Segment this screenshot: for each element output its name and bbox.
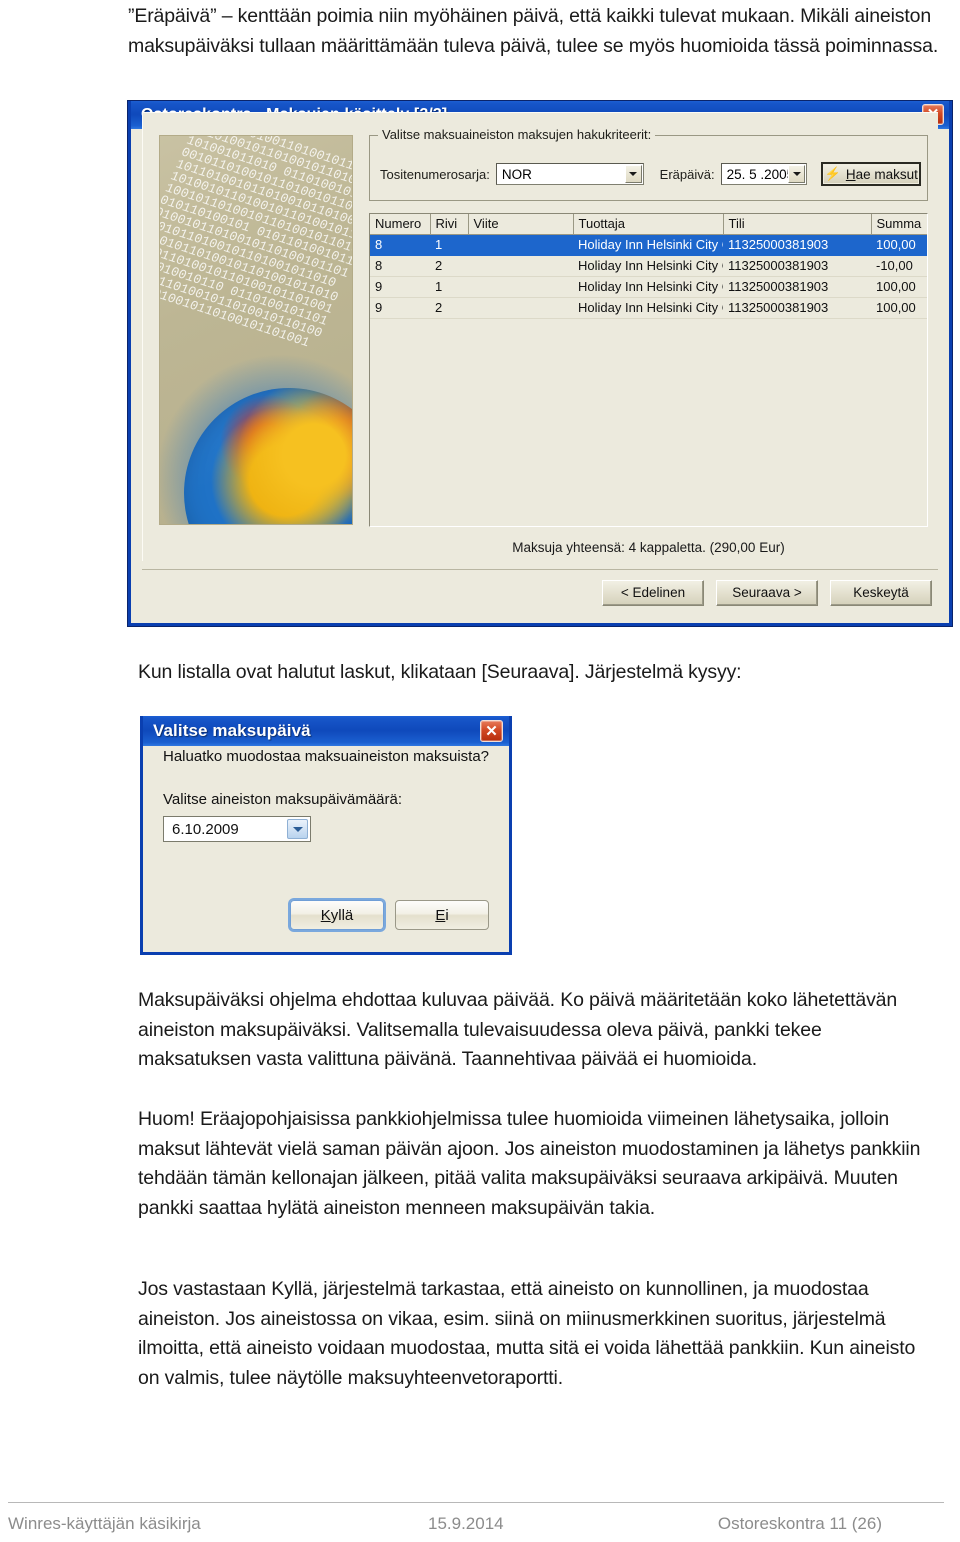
payment-numero: 9 [370, 297, 430, 319]
payment-numero: 8 [370, 255, 430, 277]
payment-numero: 9 [370, 276, 430, 298]
payment-rivi: 1 [430, 276, 468, 298]
chevron-down-icon[interactable] [287, 819, 308, 839]
window2-body: Haluatko muodostaa maksuaineiston maksui… [143, 716, 509, 952]
chevron-down-icon[interactable] [788, 165, 806, 183]
paragraph-intro: ”Eräpäivä” – kenttään poimia niin myöhäi… [128, 5, 939, 57]
window1-content-panel: 1001011010011010010110100101101001011010… [142, 112, 938, 561]
confirm-question-text: Haluatko muodostaa maksuaineiston maksui… [163, 748, 490, 765]
payment-tuottaja: Holiday Inn Helsinki City C [573, 276, 723, 298]
totals-status-text: Maksuja yhteensä: 4 kappaletta. (290,00 … [512, 540, 785, 555]
binary-globe-banner-image: 1001011010011010010110100101101001011010… [159, 135, 353, 525]
table-header-row: Numero Rivi Viite Tuottaja Tili Summa [370, 214, 927, 235]
dialog-valitse-maksupaiva: Valitse maksupäivä ✕ Haluatko muodostaa … [140, 716, 512, 955]
table-row[interactable]: 8 1 Holiday Inn Helsinki City C 11325000381… [370, 234, 927, 256]
footer-document-title: Winres-käyttäjän käsikirja [8, 1514, 201, 1533]
cancel-button[interactable]: Keskeytä [830, 579, 932, 606]
payments-list[interactable]: Numero Rivi Viite Tuottaja Tili Summa 81… [369, 213, 928, 527]
footer-divider [8, 1502, 944, 1503]
payment-viite [468, 234, 573, 256]
column-header-summa[interactable]: Summa [871, 214, 927, 235]
tositenumerosarja-value: NOR [501, 166, 532, 182]
payment-tili: 11325000381903 [723, 297, 871, 319]
groupbox-legend: Valitse maksuaineiston maksujen hakukrit… [378, 127, 656, 142]
tositenumerosarja-combobox[interactable]: NOR [495, 163, 644, 185]
paragraph-body-1: Maksupäiväksi ohjelma ehdottaa kuluvaa p… [138, 989, 898, 1070]
next-button[interactable]: Seuraava > [716, 579, 818, 606]
table-row[interactable]: 8 2 Holiday Inn Helsinki City C 11325000381… [370, 255, 927, 277]
paragraph-body-2: Huom! Eräajopohjaisissa pankkiohjelmissa… [138, 1108, 921, 1219]
previous-button[interactable]: < Edelinen [602, 579, 704, 606]
table-row[interactable]: 9 2 Holiday Inn Helsinki City C 11325000381… [370, 297, 927, 319]
label-tositenumerosarja: Tositenumerosarja: [380, 166, 490, 182]
column-header-rivi[interactable]: Rivi [430, 214, 469, 235]
paragraph-after-window1: Kun listalla ovat halutut laskut, klikat… [138, 661, 742, 683]
window1-body: 1001011010011010010110100101101001011010… [131, 101, 949, 623]
payment-viite [468, 297, 573, 319]
maksupaiva-date-value: 6.10.2009 [172, 820, 239, 838]
payment-summa: 100,00 [871, 297, 927, 319]
payments-table: Numero Rivi Viite Tuottaja Tili Summa 81… [370, 214, 927, 319]
payment-rivi: 2 [430, 297, 468, 319]
no-button[interactable]: Ei [395, 900, 489, 930]
erapaiva-value: 25. 5 .2005 [726, 166, 795, 182]
payment-rivi: 2 [430, 255, 468, 277]
payment-summa: 100,00 [871, 276, 927, 298]
lightning-bolt-icon: ⚡ [824, 166, 841, 181]
column-header-viite[interactable]: Viite [468, 214, 574, 235]
payment-tuottaja: Holiday Inn Helsinki City C [573, 297, 723, 319]
maksupaiva-date-combobox[interactable]: 6.10.2009 [163, 816, 311, 842]
yes-button[interactable]: Kyllä [290, 900, 384, 930]
paragraph-body-3: Jos vastastaan Kyllä, järjestelmä tarkas… [138, 1278, 916, 1389]
erapaiva-combobox[interactable]: 25. 5 .2005 [720, 163, 808, 185]
footer-date: 15.9.2014 [428, 1514, 504, 1533]
yes-button-label: Kyllä [320, 906, 354, 924]
payment-viite [468, 276, 573, 298]
label-erapaiva: Eräpäivä: [659, 166, 715, 182]
payment-tili: 11325000381903 [723, 255, 871, 277]
payment-tuottaja: Holiday Inn Helsinki City C [573, 234, 723, 256]
payment-tili: 11325000381903 [723, 276, 871, 298]
page-footer: Winres-käyttäjän käsikirja 15.9.2014 Ost… [8, 1509, 944, 1539]
payment-summa: -10,00 [871, 255, 927, 277]
column-header-numero[interactable]: Numero [370, 214, 431, 235]
payment-rivi: 1 [430, 234, 468, 256]
column-header-tili[interactable]: Tili [723, 214, 872, 235]
chevron-down-icon[interactable] [624, 165, 642, 183]
footer-page-number: Ostoreskontra 11 (26) [717, 1514, 882, 1533]
hae-maksut-button[interactable]: ⚡ Hae maksut [821, 162, 921, 186]
payment-tuottaja: Holiday Inn Helsinki City C [573, 255, 723, 277]
column-header-tuottaja[interactable]: Tuottaja [573, 214, 724, 235]
search-criteria-row: Tositenumerosarja: NOR Eräpäivä: 25. 5 .… [380, 162, 921, 186]
payment-numero: 8 [370, 234, 430, 256]
label-maksupaivamaara: Valitse aineiston maksupäivämäärä: [163, 791, 403, 808]
payment-viite [468, 255, 573, 277]
no-button-label: Ei [435, 906, 449, 924]
window1-button-bar: < Edelinen Seuraava > Keskeytä [142, 569, 938, 615]
hae-maksut-label: Hae maksut [845, 166, 918, 182]
search-criteria-groupbox: Valitse maksuaineiston maksujen hakukrit… [369, 127, 928, 201]
payment-tili: 11325000381903 [723, 234, 871, 256]
payment-summa: 100,00 [871, 234, 927, 256]
dialog-maksujen-kasittely: Ostoreskontra - Maksujen käsittely [2/3]… [128, 101, 952, 626]
window2-button-bar: Kyllä Ei [143, 900, 489, 930]
table-row[interactable]: 9 1 Holiday Inn Helsinki City C 11325000381… [370, 276, 927, 298]
